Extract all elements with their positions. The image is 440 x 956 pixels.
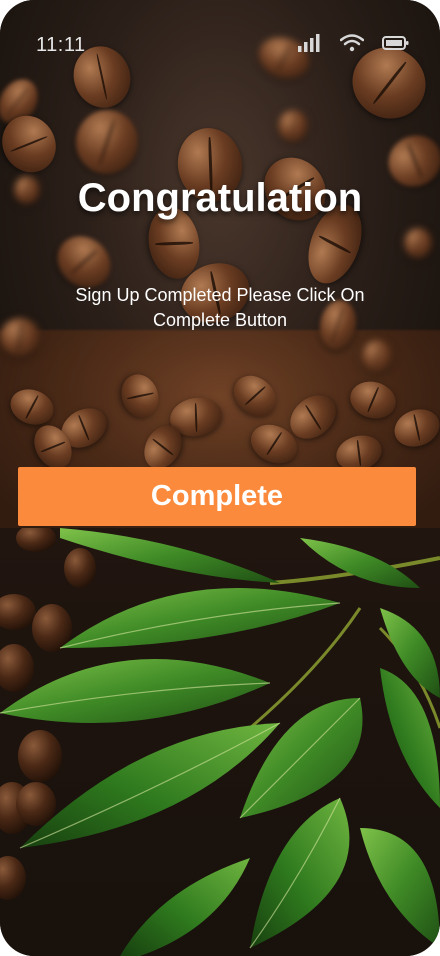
status-icons bbox=[298, 34, 410, 57]
congratulation-title: Congratulation bbox=[77, 176, 363, 220]
wifi-icon bbox=[339, 34, 365, 57]
coffee-leaves-background bbox=[0, 528, 440, 956]
signup-completed-message: Sign Up Completed Please Click On Comple… bbox=[75, 285, 365, 330]
battery-icon bbox=[382, 35, 410, 56]
status-bar: 11:11 bbox=[0, 0, 440, 90]
status-time: 11:11 bbox=[36, 34, 86, 56]
phone-screen: 11:11 Congratulation Sign Up Completed P… bbox=[0, 0, 440, 956]
signal-icon bbox=[298, 34, 322, 57]
complete-button[interactable]: Complete bbox=[18, 467, 416, 526]
